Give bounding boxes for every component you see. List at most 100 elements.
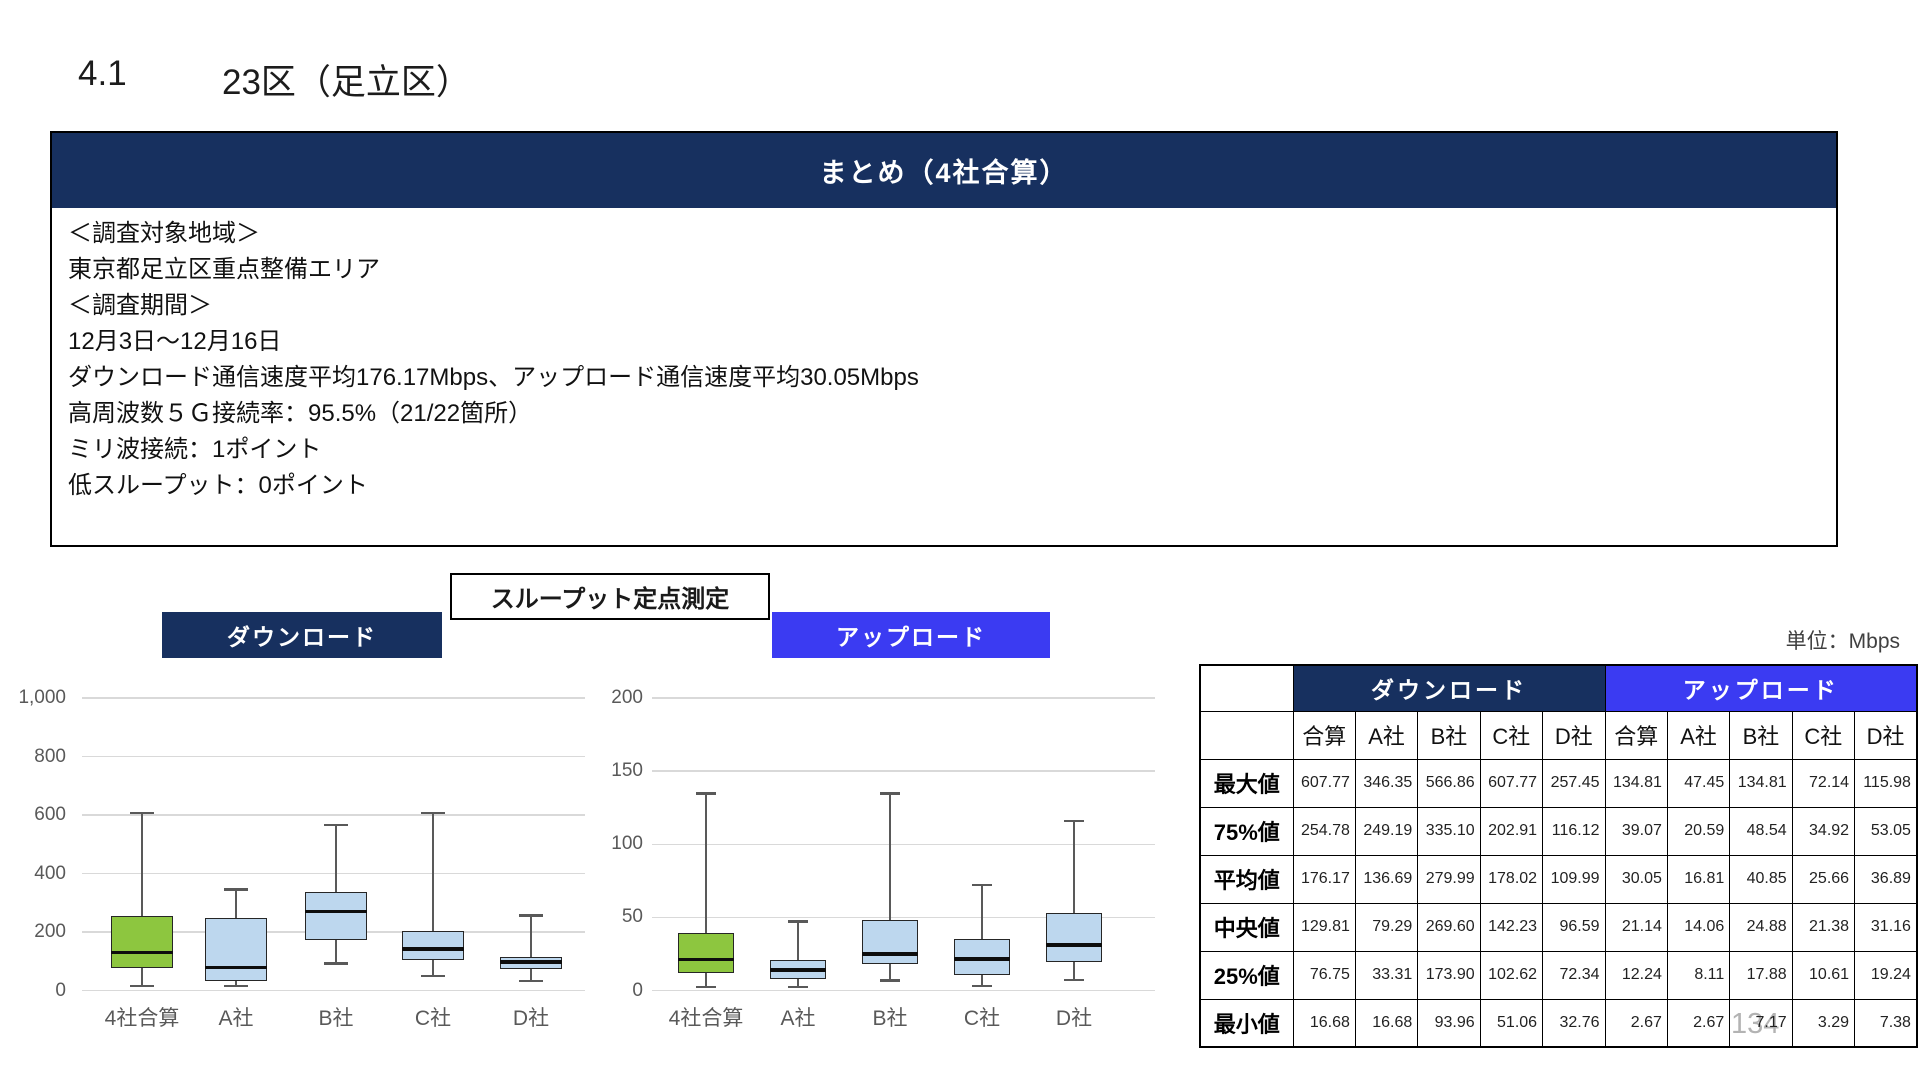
table-value-25%値-8: 10.61 xyxy=(1792,951,1854,999)
table-value-最大値-4: 257.45 xyxy=(1543,759,1605,807)
download-median-C社 xyxy=(402,947,464,951)
download-whisker-cap-min-D社 xyxy=(519,980,543,983)
table-value-25%値-3: 102.62 xyxy=(1480,951,1542,999)
table-value-75%値-7: 48.54 xyxy=(1730,807,1792,855)
table-col-header-6: A社 xyxy=(1667,711,1729,759)
download-chart-header: ダウンロード xyxy=(162,612,442,658)
upload-whisker-cap-max-C社 xyxy=(972,884,992,887)
table-group-header-upload: アップロード xyxy=(1605,665,1917,711)
upload-box-D社 xyxy=(1046,913,1102,962)
table-value-最小値-9: 7.38 xyxy=(1855,999,1917,1047)
upload-gridline-150 xyxy=(652,770,1155,772)
table-value-最大値-3: 607.77 xyxy=(1480,759,1542,807)
download-gridline-800 xyxy=(82,756,585,758)
upload-ytick-50: 50 xyxy=(563,906,643,928)
upload-median-C社 xyxy=(954,957,1010,961)
upload-whisker-cap-min-B社 xyxy=(880,979,900,982)
table-col-header-4: D社 xyxy=(1543,711,1605,759)
table-value-75%値-5: 39.07 xyxy=(1605,807,1667,855)
download-whisker-cap-min-B社 xyxy=(324,962,348,965)
download-category-C社: C社 xyxy=(378,1002,488,1032)
table-value-中央値-4: 96.59 xyxy=(1543,903,1605,951)
download-median-A社 xyxy=(205,966,267,970)
download-ytick-600: 600 xyxy=(0,804,66,826)
table-row-label-最小値: 最小値 xyxy=(1200,999,1293,1047)
download-whisker-cap-min-A社 xyxy=(224,985,248,988)
upload-median-A社 xyxy=(770,968,826,972)
download-whisker-cap-max-4社合算 xyxy=(130,812,154,815)
download-whisker-cap-max-D社 xyxy=(519,914,543,917)
table-value-75%値-2: 335.10 xyxy=(1418,807,1480,855)
table-col-header-8: C社 xyxy=(1792,711,1854,759)
upload-box-B社 xyxy=(862,920,918,965)
table-row-label-中央値: 中央値 xyxy=(1200,903,1293,951)
upload-median-4社合算 xyxy=(678,958,734,962)
table-row-label-最大値: 最大値 xyxy=(1200,759,1293,807)
table-value-最大値-1: 346.35 xyxy=(1355,759,1417,807)
stats-table-wrap: ダウンロードアップロード合算A社B社C社D社合算A社B社C社D社最大値607.7… xyxy=(1199,664,1918,1048)
table-value-75%値-0: 254.78 xyxy=(1293,807,1355,855)
table-value-最大値-8: 72.14 xyxy=(1792,759,1854,807)
table-col-header-5: 合算 xyxy=(1605,711,1667,759)
table-value-最小値-1: 16.68 xyxy=(1355,999,1417,1047)
table-value-中央値-9: 31.16 xyxy=(1855,903,1917,951)
download-gridline-400 xyxy=(82,873,585,875)
download-whisker-cap-min-C社 xyxy=(421,975,445,978)
download-ytick-400: 400 xyxy=(0,863,66,885)
upload-whisker-cap-min-D社 xyxy=(1064,979,1084,982)
table-row-label-75%値: 75%値 xyxy=(1200,807,1293,855)
table-value-中央値-2: 269.60 xyxy=(1418,903,1480,951)
download-whisker-cap-max-A社 xyxy=(224,888,248,891)
table-value-75%値-8: 34.92 xyxy=(1792,807,1854,855)
table-value-75%値-3: 202.91 xyxy=(1480,807,1542,855)
download-category-A社: A社 xyxy=(181,1002,291,1032)
download-box-A社 xyxy=(205,918,267,981)
upload-whisker-cap-max-B社 xyxy=(880,792,900,795)
table-value-75%値-6: 20.59 xyxy=(1667,807,1729,855)
upload-whisker-cap-max-A社 xyxy=(788,920,808,923)
table-value-75%値-4: 116.12 xyxy=(1543,807,1605,855)
table-value-中央値-0: 129.81 xyxy=(1293,903,1355,951)
table-value-75%値-1: 249.19 xyxy=(1355,807,1417,855)
table-value-中央値-5: 21.14 xyxy=(1605,903,1667,951)
table-value-中央値-1: 79.29 xyxy=(1355,903,1417,951)
upload-category-D社: D社 xyxy=(1019,1002,1129,1032)
table-value-25%値-0: 76.75 xyxy=(1293,951,1355,999)
upload-ytick-150: 150 xyxy=(563,760,643,782)
download-whisker-cap-min-4社合算 xyxy=(130,985,154,988)
download-category-D社: D社 xyxy=(476,1002,586,1032)
table-value-最小値-6: 2.67 xyxy=(1667,999,1729,1047)
upload-median-B社 xyxy=(862,952,918,956)
table-row-label-25%値: 25%値 xyxy=(1200,951,1293,999)
download-median-B社 xyxy=(305,910,367,914)
download-box-4社合算 xyxy=(111,916,173,968)
download-whisker-D社 xyxy=(530,915,532,981)
download-category-B社: B社 xyxy=(281,1002,391,1032)
table-value-中央値-8: 21.38 xyxy=(1792,903,1854,951)
table-value-平均値-1: 136.69 xyxy=(1355,855,1417,903)
table-value-平均値-2: 279.99 xyxy=(1418,855,1480,903)
upload-chart-header: アップロード xyxy=(772,612,1050,658)
upload-whisker-cap-min-A社 xyxy=(788,986,808,989)
upload-median-D社 xyxy=(1046,943,1102,947)
download-box-B社 xyxy=(305,892,367,939)
chart-group-title: スループット定点測定 xyxy=(450,573,770,620)
table-value-平均値-6: 16.81 xyxy=(1667,855,1729,903)
upload-gridline-0 xyxy=(652,990,1155,992)
table-value-25%値-6: 8.11 xyxy=(1667,951,1729,999)
table-col-header-9: D社 xyxy=(1855,711,1917,759)
table-value-平均値-7: 40.85 xyxy=(1730,855,1792,903)
upload-whisker-cap-min-C社 xyxy=(972,985,992,988)
table-value-25%値-1: 33.31 xyxy=(1355,951,1417,999)
table-value-最小値-8: 3.29 xyxy=(1792,999,1854,1047)
table-row-label-平均値: 平均値 xyxy=(1200,855,1293,903)
download-ytick-0: 0 xyxy=(0,980,66,1002)
table-value-中央値-3: 142.23 xyxy=(1480,903,1542,951)
table-col-header-0: 合算 xyxy=(1293,711,1355,759)
table-col-header-1: A社 xyxy=(1355,711,1417,759)
table-value-中央値-6: 14.06 xyxy=(1667,903,1729,951)
upload-ytick-200: 200 xyxy=(563,687,643,709)
table-col-header-2: B社 xyxy=(1418,711,1480,759)
table-value-25%値-7: 17.88 xyxy=(1730,951,1792,999)
table-col-header-3: C社 xyxy=(1480,711,1542,759)
